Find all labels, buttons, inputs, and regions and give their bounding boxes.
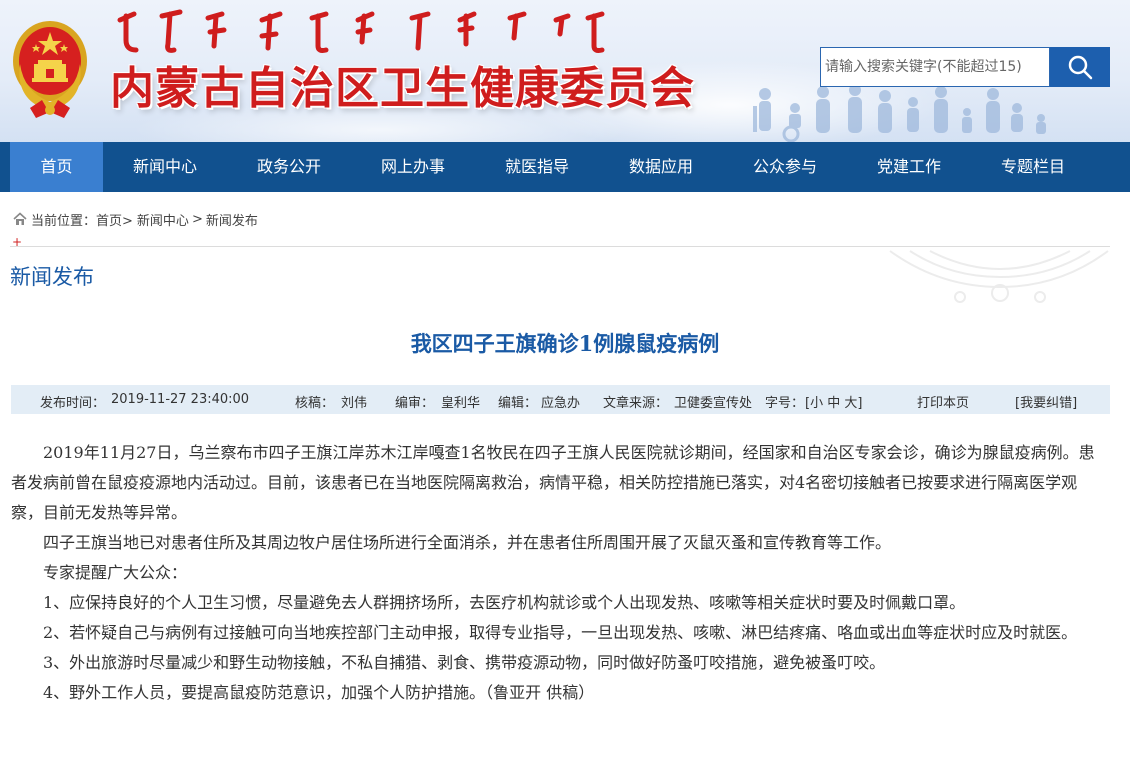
nav-item-medical-guide[interactable]: 就医指导 [475, 142, 599, 192]
article-paragraph: 四子王旗当地已对患者住所及其周边牧户居住场所进行全面消杀，并在患者住所周围开展了… [43, 533, 892, 552]
article-body: 2019年11月27日，乌兰察布市四子王旗江岸苏木江岸嘎查1名牧民在四子王旗人民… [11, 438, 1106, 708]
search-input[interactable] [821, 48, 1049, 86]
search-box [820, 47, 1050, 87]
site-header: 内蒙古自治区卫生健康委员会 [0, 0, 1130, 142]
nav-item-news[interactable]: 新闻中心 [103, 142, 227, 192]
home-icon [13, 212, 27, 225]
editor2: 应急办 [541, 396, 581, 411]
breadcrumb-news-release[interactable]: 新闻发布 [206, 210, 258, 229]
search-button[interactable] [1050, 47, 1110, 87]
breadcrumb-news-center[interactable]: 新闻中心 [137, 210, 189, 229]
nav-item-government-affairs[interactable]: 政务公开 [227, 142, 351, 192]
reviewer: 刘伟 [341, 396, 368, 411]
breadcrumb-home[interactable]: 首页> [96, 210, 133, 229]
publish-time-label: 发布时间： [40, 396, 106, 411]
publish-time: 2019-11-27 23:40:00 [111, 392, 250, 407]
print-page-link[interactable]: 打印本页 [917, 392, 969, 411]
article-paragraph: 3、外出旅游时尽量减少和野生动物接触，不私自捕猎、剥食、携带疫源动物，同时做好防… [43, 653, 886, 672]
article-meta-bar: 发布时间： 2019-11-27 23:40:00 核稿： 刘伟 编审： 皇利华… [11, 385, 1110, 414]
nav-item-data-apps[interactable]: 数据应用 [599, 142, 723, 192]
font-size-label: 字号： [765, 396, 805, 411]
nav-item-party-building[interactable]: 党建工作 [847, 142, 971, 192]
report-error-link[interactable]: [我要纠错] [1015, 392, 1077, 411]
search-icon [1068, 55, 1093, 80]
article-paragraph: 1、应保持良好的个人卫生习惯，尽量避免去人群拥挤场所，去医疗机构就诊或个人出现发… [43, 593, 966, 612]
main-nav: 首页 新闻中心 政务公开 网上办事 就医指导 数据应用 公众参与 党建工作 专题… [0, 142, 1130, 192]
breadcrumb: 当前位置： 首页> 新闻中心 > 新闻发布 [12, 210, 258, 229]
source: 卫健委宣传处 [674, 396, 753, 411]
site-title: 内蒙古自治区卫生健康委员会 [110, 63, 695, 114]
nav-item-special-topics[interactable]: 专题栏目 [971, 142, 1095, 192]
mongolian-script-title-icon [117, 9, 605, 53]
article-title: 我区四子王旗确诊1例腺鼠疫病例 [410, 331, 720, 356]
national-emblem-icon [13, 21, 87, 118]
article-paragraph: 4、野外工作人员，要提高鼠疫防范意识，加强个人防护措施。（鲁亚开 供稿） [43, 683, 595, 702]
people-silhouette-icon [753, 84, 1046, 142]
article-paragraph: 2019年11月27日，乌兰察布市四子王旗江岸苏木江岸嘎查1名牧民在四子王旗人民… [11, 443, 1095, 522]
editor2-label: 编辑： [498, 396, 538, 411]
section-title: 新闻发布 [10, 265, 94, 289]
editor: 皇利华 [441, 396, 481, 411]
editor-label: 编审： [395, 396, 435, 411]
font-size-selector[interactable]: [小 中 大] [805, 392, 862, 411]
breadcrumb-separator: > [191, 211, 203, 227]
decorative-pattern-icon [889, 250, 1109, 303]
article-paragraph: 2、若怀疑自己与病例有过接触可向当地疾控部门主动申报，取得专业指导，一旦出现发热… [43, 623, 1078, 642]
source-label: 文章来源： [603, 396, 669, 411]
nav-item-home[interactable]: 首页 [10, 142, 103, 192]
nav-item-public-participation[interactable]: 公众参与 [723, 142, 847, 192]
article-paragraph: 专家提醒广大公众： [43, 563, 188, 582]
reviewer-label: 核稿： [295, 396, 335, 411]
breadcrumb-label: 当前位置： [31, 213, 97, 229]
nav-item-online-services[interactable]: 网上办事 [351, 142, 475, 192]
